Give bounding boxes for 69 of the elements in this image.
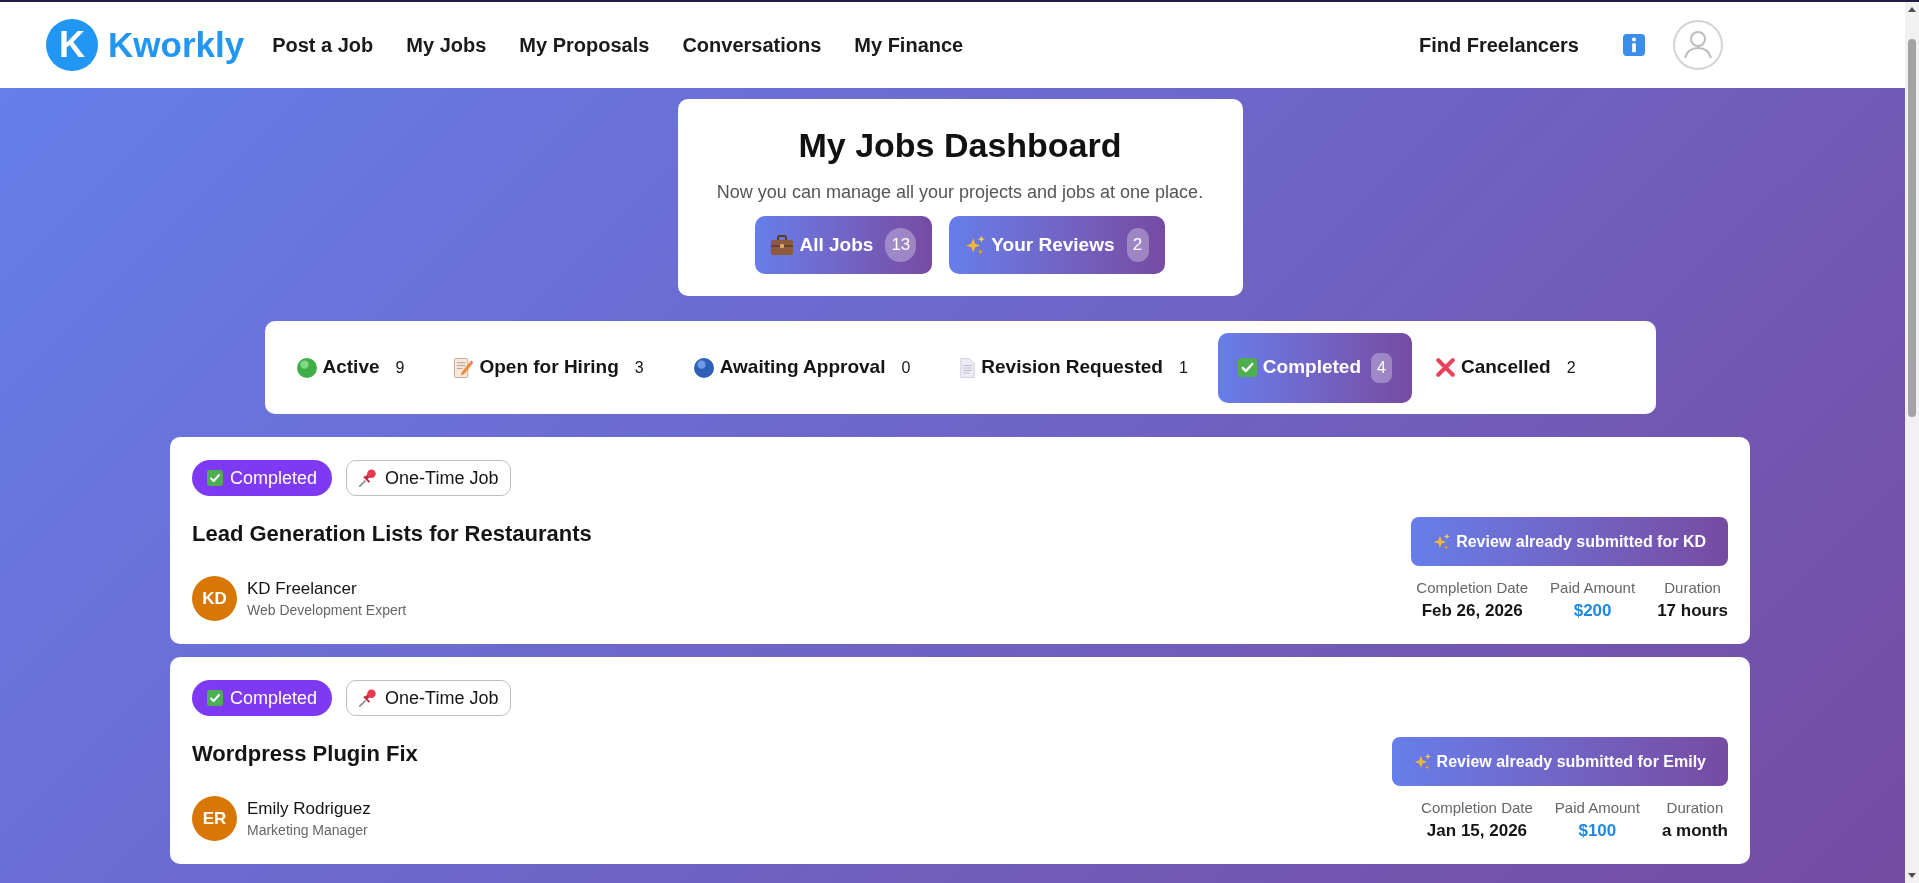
dashboard-title: My Jobs Dashboard [798,125,1122,165]
status-tab[interactable]: Cancelled 2 [1415,332,1602,403]
stat-label: Completion Date [1421,798,1533,818]
scroll-down-icon[interactable] [1908,873,1916,878]
nav-link[interactable]: Conversations [682,30,822,60]
sparkles-icon [1433,533,1451,550]
user-avatar-icon[interactable] [1673,20,1723,70]
check-icon [1237,358,1257,377]
tab-count: 1 [1177,357,1189,378]
nav-link[interactable]: My Finance [854,30,964,60]
nav-link[interactable]: My Jobs [406,30,487,60]
status-tab[interactable]: Revision Requested 1 [940,332,1214,403]
job-type-text: One-Time Job [385,686,499,710]
nav-link[interactable]: My Proposals [519,30,650,60]
memo-pencil-icon [454,357,474,378]
freelancer-name: Emily Rodriguez [247,797,371,820]
stat-label: Paid Amount [1554,798,1640,818]
status-tab[interactable]: Completed 4 [1217,332,1412,403]
check-icon [207,470,223,486]
count-badge: 2 [1126,228,1149,262]
check-icon [207,690,223,706]
briefcase-icon [771,235,794,255]
stat-value: $200 [1573,600,1612,622]
scrollbar-thumb[interactable] [1908,39,1916,417]
stat-value: a month [1661,820,1728,842]
status-dot-icon [296,357,317,378]
count-badge: 4 [1371,352,1392,383]
status-tab[interactable]: Active 9 [276,332,431,403]
dashboard-filter-button[interactable]: All Jobs 13 [755,216,933,274]
stat-value: 17 hours [1657,600,1728,622]
tab-count: 2 [1565,357,1577,378]
job-title: Lead Generation Lists for Restaurants [192,520,592,548]
cross-icon [1435,358,1455,377]
freelancer-role: Web Development Expert [247,600,407,620]
job-type-text: One-Time Job [385,466,499,490]
stat-label: Duration [1666,798,1724,818]
review-submitted-button[interactable]: Review already submitted for KD [1411,517,1728,566]
review-submitted-button[interactable]: Review already submitted for Emily [1391,737,1728,786]
sparkles-icon [1413,753,1431,770]
scroll-up-icon[interactable] [1908,7,1916,12]
status-text: Completed [230,466,318,490]
stat-value: $100 [1578,820,1617,842]
tab-count: 3 [633,357,645,378]
sparkles-icon [965,235,986,255]
freelancer-name: KD Freelancer [247,577,358,600]
stat-value: Feb 26, 2026 [1421,600,1523,622]
status-tab[interactable]: Awaiting Approval 0 [673,332,937,403]
job-title: Wordpress Plugin Fix [192,740,418,768]
nav-link[interactable]: Post a Job [272,30,374,60]
stat-label: Completion Date [1416,578,1529,598]
tab-count: 9 [394,357,406,378]
status-text: Completed [230,686,318,710]
stat-value: Jan 15, 2026 [1426,820,1528,842]
find-freelancers-link[interactable]: Find Freelancers [1418,30,1579,60]
count-badge: 13 [885,228,917,262]
status-tab[interactable]: Open for Hiring 3 [434,332,670,403]
pushpin-icon [359,689,378,707]
stat-label: Duration [1664,578,1721,598]
status-dot-icon [693,357,714,378]
document-icon [960,357,976,378]
tab-count: 0 [900,357,912,378]
dashboard-subtitle: Now you can manage all your projects and jobs at one place. [716,181,1204,204]
info-icon[interactable] [1623,34,1645,56]
initials-avatar: ER [192,796,237,841]
freelancer-role: Marketing Manager [247,820,369,840]
dashboard-filter-button[interactable]: Your Reviews 2 [949,216,1165,274]
stat-label: Paid Amount [1550,578,1636,598]
initials-avatar: KD [192,576,237,621]
pushpin-icon [359,469,378,487]
